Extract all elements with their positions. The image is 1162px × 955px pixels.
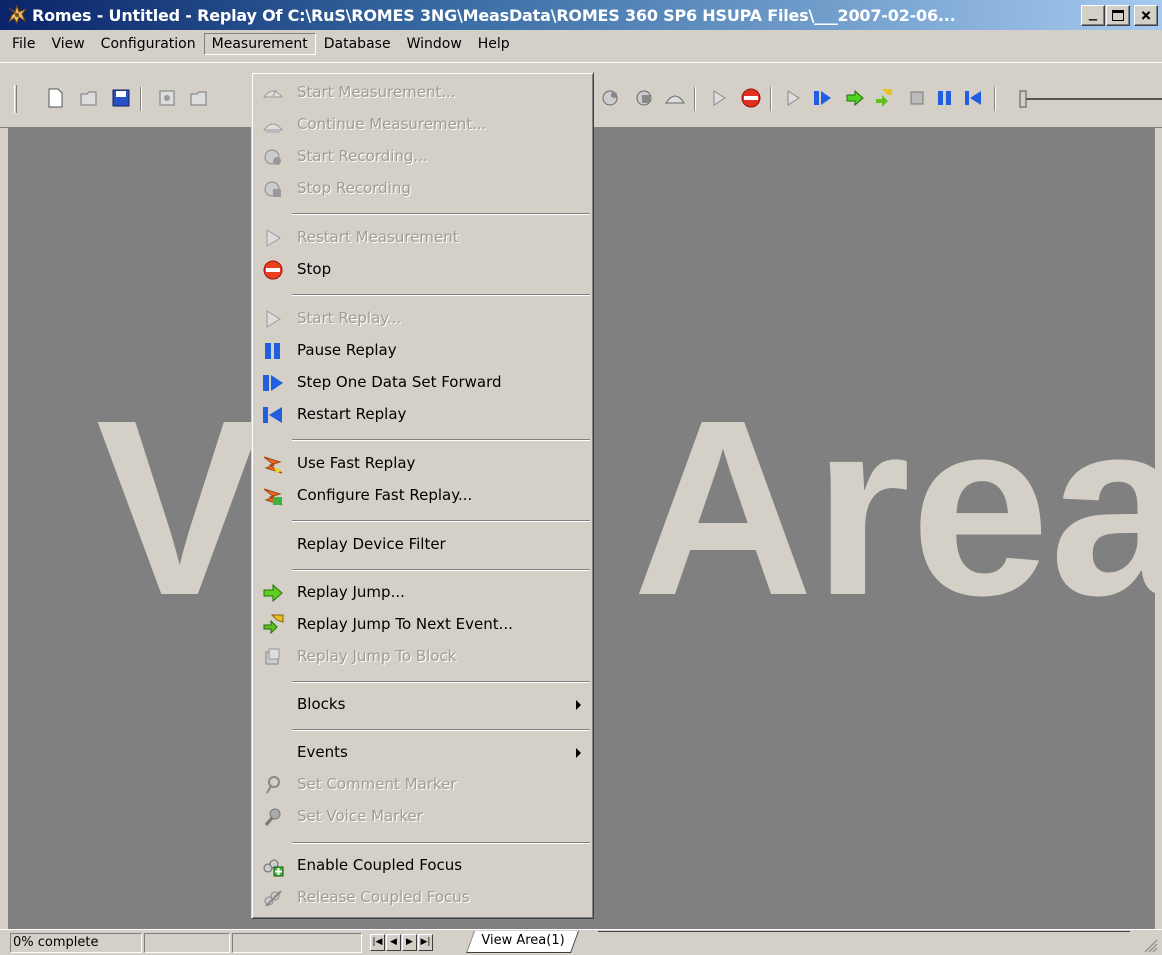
enable-coupled-focus-icon [262, 855, 284, 877]
progress-bar [144, 933, 230, 953]
measure-icon[interactable] [664, 87, 686, 109]
watermark-right: Area [632, 368, 1155, 647]
title-bar[interactable]: Romes - Untitled - Replay Of C:\RuS\ROME… [0, 0, 1162, 30]
menu-replay-device-filter[interactable]: Replay Device Filter [254, 530, 593, 560]
resize-grip-icon[interactable] [1142, 937, 1158, 953]
maximize-icon [1112, 10, 1124, 21]
tab-nav-first[interactable]: |◀ [370, 934, 385, 951]
measurement-menu: Start Measurement... Continue Measuremen… [251, 72, 594, 919]
start-measurement-icon [262, 82, 284, 104]
stop-record-icon[interactable] [634, 87, 656, 109]
menu-stop[interactable]: Stop [254, 255, 593, 285]
jump-next-event-toolbar-icon[interactable] [872, 87, 894, 109]
menu-start-recording[interactable]: Start Recording... [254, 142, 593, 172]
menu-stop-recording[interactable]: Stop Recording [254, 174, 593, 204]
toolbar-grip[interactable] [14, 85, 17, 113]
close-icon: × [1140, 5, 1152, 26]
menu-use-fast-replay[interactable]: Use Fast Replay [254, 449, 593, 479]
menu-continue-measurement[interactable]: Continue Measurement... [254, 110, 593, 140]
menu-enable-coupled-focus[interactable]: Enable Coupled Focus [254, 851, 593, 881]
tab-nav-prev[interactable]: ◀ [386, 934, 401, 951]
maximize-button[interactable] [1106, 5, 1130, 26]
menu-replay-jump-to-block[interactable]: Replay Jump To Block [254, 642, 593, 672]
menu-start-replay[interactable]: Start Replay... [254, 304, 593, 334]
menu-set-comment-marker[interactable]: Set Comment Marker [254, 770, 593, 800]
menu-step-forward[interactable]: Step One Data Set Forward [254, 368, 593, 398]
status-panel [232, 933, 362, 953]
play-icon [262, 227, 284, 249]
window-title: Romes - Untitled - Replay Of C:\RuS\ROME… [32, 5, 956, 25]
record-icon[interactable] [600, 87, 622, 109]
minimize-icon: _ [1088, 4, 1098, 21]
restart-measurement-icon[interactable] [708, 87, 730, 109]
status-bar: 0% complete |◀ ◀ ▶ ▶| View Area(1) [0, 929, 1162, 955]
fast-replay-icon [262, 453, 284, 475]
jump-block-toolbar-icon[interactable] [906, 87, 928, 109]
watermark-left: V [96, 368, 263, 647]
menu-configuration[interactable]: Configuration [93, 33, 204, 55]
new-file-icon[interactable] [44, 87, 66, 109]
menu-file[interactable]: File [4, 33, 43, 55]
menu-release-coupled-focus[interactable]: Release Coupled Focus [254, 883, 593, 913]
save-icon[interactable] [110, 87, 132, 109]
restart-replay-toolbar-icon[interactable] [962, 87, 984, 109]
minimize-button[interactable]: _ [1081, 5, 1105, 26]
menu-restart-replay[interactable]: Restart Replay [254, 400, 593, 430]
workspace-icon[interactable] [156, 87, 178, 109]
jump-block-icon [262, 646, 284, 668]
tab-view-area-label: View Area(1) [481, 933, 565, 948]
tab-view-area[interactable]: View Area(1) [465, 931, 580, 953]
progress-text: 0% complete [10, 933, 142, 953]
menu-help[interactable]: Help [470, 33, 518, 55]
stop-icon [262, 259, 284, 281]
pause-toolbar-icon[interactable] [934, 87, 956, 109]
stop-recording-icon [262, 178, 284, 200]
replay-speed-slider[interactable] [1012, 87, 1162, 109]
pause-icon [262, 340, 284, 362]
jump-event-icon [262, 614, 284, 636]
close-button[interactable]: × [1134, 5, 1158, 26]
menu-configure-fast-replay[interactable]: Configure Fast Replay... [254, 481, 593, 511]
tab-strip-line [598, 931, 1130, 932]
menu-window[interactable]: Window [399, 33, 470, 55]
stop-toolbar-icon[interactable] [740, 87, 762, 109]
menu-measurement[interactable]: Measurement [203, 33, 316, 55]
menu-set-voice-marker[interactable]: Set Voice Marker [254, 802, 593, 832]
tab-nav-last[interactable]: ▶| [418, 934, 433, 951]
open-workspace-icon[interactable] [188, 87, 210, 109]
start-replay-icon[interactable] [782, 87, 804, 109]
romes-app-icon[interactable] [6, 4, 28, 26]
menu-blocks[interactable]: Blocks [254, 690, 593, 720]
menu-pause-replay[interactable]: Pause Replay [254, 336, 593, 366]
release-coupled-focus-icon [262, 887, 284, 909]
menu-replay-jump[interactable]: Replay Jump... [254, 578, 593, 608]
voice-marker-icon [262, 806, 284, 828]
continue-measurement-icon [262, 114, 284, 136]
menu-view[interactable]: View [43, 33, 92, 55]
menu-replay-jump-next-event[interactable]: Replay Jump To Next Event... [254, 610, 593, 640]
submenu-arrow-icon [576, 748, 581, 758]
step-forward-icon [262, 372, 284, 394]
start-recording-icon [262, 146, 284, 168]
submenu-arrow-icon [576, 700, 581, 710]
open-file-icon[interactable] [78, 87, 100, 109]
play-icon [262, 308, 284, 330]
menu-start-measurement[interactable]: Start Measurement... [254, 78, 593, 108]
configure-fast-replay-icon [262, 485, 284, 507]
menu-events[interactable]: Events [254, 738, 593, 768]
tab-nav-next[interactable]: ▶ [402, 934, 417, 951]
menu-restart-measurement[interactable]: Restart Measurement [254, 223, 593, 253]
menu-database[interactable]: Database [316, 33, 399, 55]
menu-bar: File View Configuration Measurement Data… [0, 30, 1162, 58]
comment-marker-icon [262, 774, 284, 796]
replay-jump-toolbar-icon[interactable] [844, 87, 866, 109]
step-forward-toolbar-icon[interactable] [812, 87, 834, 109]
rewind-icon [262, 404, 284, 426]
green-arrow-icon [262, 582, 284, 604]
